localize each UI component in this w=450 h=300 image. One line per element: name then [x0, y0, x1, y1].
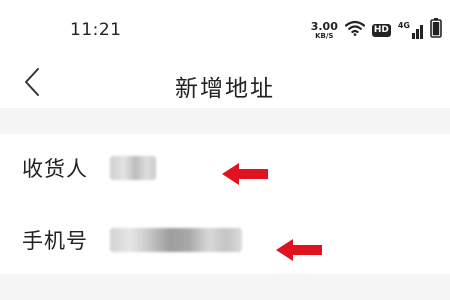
- section-gap: [0, 108, 450, 134]
- nav-bar: 新增地址: [0, 60, 450, 108]
- recipient-label: 收货人: [22, 157, 88, 181]
- recipient-field[interactable]: 收货人: [0, 134, 450, 202]
- signal-bar: [416, 29, 419, 39]
- hd-icon: HD: [371, 23, 391, 37]
- network-type-label: 4G: [397, 21, 410, 30]
- status-time: 11:21: [70, 20, 122, 40]
- signal-bar: [412, 33, 415, 39]
- net-speed-indicator: 3.00 KB/S: [311, 21, 338, 40]
- section-gap: [0, 274, 450, 300]
- red-arrow-left-icon: [222, 162, 268, 190]
- signal-bar: [420, 25, 423, 39]
- net-speed-unit: KB/S: [315, 31, 334, 40]
- status-bar: 11:21 3.00 KB/S HD 4G: [0, 0, 450, 60]
- signal-icon: 4G: [398, 21, 423, 39]
- recipient-value-redacted[interactable]: [110, 156, 156, 180]
- status-icons: 3.00 KB/S HD 4G: [311, 18, 442, 42]
- net-speed-value: 3.00: [310, 19, 338, 33]
- phone-value-redacted[interactable]: [110, 228, 242, 252]
- page-title: 新增地址: [175, 76, 275, 102]
- red-arrow-left-icon: [276, 238, 322, 266]
- phone-field[interactable]: 手机号: [0, 206, 450, 274]
- phone-label: 手机号: [22, 229, 88, 253]
- battery-icon: [430, 18, 442, 42]
- wifi-icon: [344, 20, 365, 40]
